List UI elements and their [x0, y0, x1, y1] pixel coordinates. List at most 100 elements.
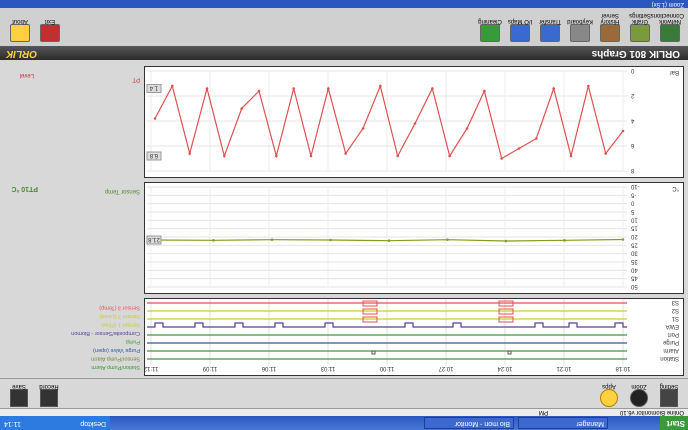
- clean-icon: [480, 24, 500, 42]
- history-icon: [600, 24, 620, 42]
- app-title: Online Biomonitor v6.10: [619, 409, 684, 415]
- save-button[interactable]: Save: [4, 379, 34, 407]
- y-tick-label: 10: [630, 216, 637, 222]
- y-tick-label: 20: [630, 233, 637, 239]
- button-label: Keyboard: [567, 18, 593, 24]
- setting-label: Setting: [659, 383, 679, 389]
- status-bar: Zoom (1.5x): [0, 0, 688, 8]
- app-banner: ORLIK 801 Graphs ORLIK: [0, 46, 688, 60]
- event-row-label: S1: [671, 315, 679, 321]
- app-title-right: PM: [539, 409, 548, 415]
- event-row-label: S2: [671, 307, 679, 313]
- event-legend-item: Sensor/Pump Alarm: [91, 356, 140, 362]
- transfer-icon: [540, 24, 560, 42]
- event-legend-item: Purge Valve (open): [93, 347, 140, 353]
- event-legend-item: Sensor 3 (Temp): [99, 305, 140, 311]
- button-label: Transfer: [538, 18, 562, 24]
- setting-button[interactable]: Setting: [654, 379, 684, 407]
- time-tick-label: 11:12: [143, 365, 158, 371]
- level-value-label: Level: [19, 72, 34, 78]
- time-tick-label: 10:24: [497, 365, 513, 371]
- graph-button[interactable]: Grafik Settings: [626, 4, 654, 44]
- y-tick-label: 50: [630, 283, 637, 289]
- taskbar: Start Manager Bio mon - Monitor Desktop …: [0, 416, 688, 430]
- record-button[interactable]: Record: [34, 379, 64, 407]
- record-label: Record: [39, 383, 59, 389]
- temp-panel: 50 45 40 35 30 25 20 15 10 5 0 -5 -10 21.8 °C: [144, 182, 684, 294]
- level-chart: 8 6 4 2 0 6.8 1.4 Bar: [146, 67, 679, 173]
- y-tick-label: 25: [630, 241, 637, 247]
- y-tick-label: -10: [630, 183, 639, 189]
- temp-chart: 50454035302520151050-5-1021.8°C: [146, 183, 679, 289]
- keyboard-icon: [570, 24, 590, 42]
- series-line: [154, 84, 624, 160]
- button-sublabel: Connections: [650, 12, 684, 18]
- y-tick-label: 40: [630, 266, 637, 272]
- start-button[interactable]: Start: [660, 416, 688, 430]
- event-row-label: Station: [660, 355, 679, 361]
- value-marker-label: 6.8: [149, 152, 158, 158]
- keyboard-button[interactable]: Keyboard: [566, 4, 594, 44]
- zoom-label: Zoom: [631, 383, 647, 389]
- button-label: Cleaning: [478, 18, 502, 24]
- event-legend-item: Pump: [126, 339, 140, 345]
- event-legend-item: Sensor 1 (Flow): [101, 322, 140, 328]
- event-legend: Station/Pump Alarm Sensor/Pump Alarm Purge…: [2, 298, 142, 372]
- level-side-label: PT: [132, 76, 140, 82]
- time-tick-label: 10:18: [615, 365, 631, 371]
- io-icon: [510, 24, 530, 42]
- network-icon: [660, 24, 680, 42]
- y-tick-label: 0: [630, 67, 634, 73]
- time-tick-label: 11:09: [202, 365, 217, 371]
- temp-unit-label: °C: [672, 185, 679, 191]
- y-tick-label: -5: [630, 191, 636, 197]
- event-row-label: Port: [668, 331, 679, 337]
- event-legend-item: Sensor 2 (Level): [99, 313, 140, 319]
- y-tick-label: 0: [630, 200, 634, 206]
- y-tick-label: 45: [630, 275, 637, 281]
- event-row-label: S3: [671, 299, 679, 305]
- y-tick-label: 30: [630, 250, 637, 256]
- network-button[interactable]: Network Connections: [650, 4, 684, 44]
- setting-icon: [660, 389, 678, 407]
- button-label: Exit: [45, 18, 56, 24]
- event-panel: 10:18 10:21 10:24 10:27 11:00 11:03 11:06 11:09…: [143, 298, 684, 376]
- button-sublabel: Server: [601, 12, 619, 18]
- io-button[interactable]: I/O Maps: [506, 4, 534, 44]
- title-row: Online Biomonitor v6.10 PM: [0, 408, 688, 416]
- tray-text: Desktop: [80, 420, 106, 427]
- button-label: I/O Maps: [507, 18, 533, 24]
- zoom-button[interactable]: Zoom: [624, 379, 654, 407]
- level-panel: 8 6 4 2 0 6.8 1.4 Bar: [144, 66, 684, 178]
- event-legend-item: Station/Pump Alarm: [91, 364, 140, 370]
- zoom-icon: [630, 389, 648, 407]
- button-label: Network: [659, 18, 682, 24]
- clean-button[interactable]: Cleaning: [476, 4, 504, 44]
- task-biomon[interactable]: Bio mon - Monitor: [424, 417, 514, 429]
- save-label: Save: [12, 383, 26, 389]
- event-legend-svg: Station/Pump Alarm Sensor/Pump Alarm Purge…: [71, 305, 140, 371]
- time-tick-label: 11:03: [320, 365, 335, 371]
- top-toolbar: Setting Zoom Apps Record Save: [0, 378, 688, 408]
- temp-side-label: Sensor Temp: [104, 188, 140, 194]
- level-unit-label: Bar: [670, 69, 679, 75]
- record-icon: [40, 389, 58, 407]
- y-tick-label: 15: [630, 225, 637, 231]
- brand-logo: ORLIK: [6, 48, 38, 59]
- task-manager[interactable]: Manager: [518, 417, 608, 429]
- value-marker-label: 1.4: [149, 85, 158, 91]
- exit-button[interactable]: Exit: [36, 4, 64, 44]
- apps-button[interactable]: Apps: [594, 379, 624, 407]
- about-button[interactable]: About: [6, 4, 34, 44]
- y-tick-label: 8: [630, 167, 634, 173]
- transfer-button[interactable]: Transfer: [536, 4, 564, 44]
- button-label: Grafik: [632, 18, 649, 24]
- history-button[interactable]: History Server: [596, 4, 624, 44]
- clock: 11:14: [4, 420, 21, 427]
- y-tick-label: 2: [630, 92, 634, 98]
- time-tick-label: 11:06: [261, 365, 276, 371]
- temp-value-label: PT10 °C: [11, 185, 38, 192]
- y-tick-label: 5: [630, 208, 634, 214]
- value-marker-label: 21.8: [148, 236, 160, 242]
- time-tick-label: 10:21: [556, 365, 572, 371]
